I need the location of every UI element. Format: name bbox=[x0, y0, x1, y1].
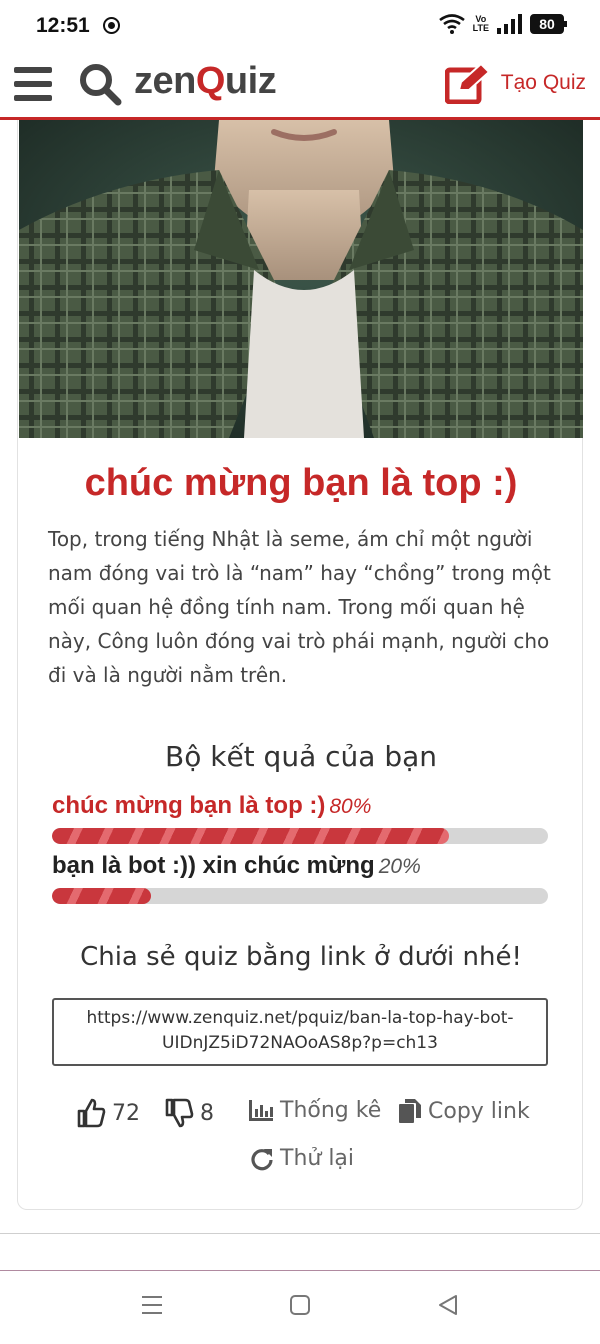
result-item-name: chúc mừng bạn là top :) bbox=[52, 792, 326, 819]
thumbs-up-icon bbox=[77, 1098, 106, 1128]
result-item: chúc mừng bạn là top :) 80% bbox=[52, 792, 552, 844]
nav-home-icon[interactable] bbox=[288, 1293, 312, 1317]
copy-link-label: Copy link bbox=[428, 1098, 530, 1124]
stats-button[interactable]: Thống kê bbox=[248, 1098, 381, 1123]
volte-bottom: LTE bbox=[472, 23, 489, 33]
nav-back-icon[interactable] bbox=[436, 1293, 460, 1317]
result-description: Top, trong tiếng Nhật là seme, ám chỉ mộ… bbox=[48, 527, 551, 687]
status-bar: 12:51 Vo LTE 80 bbox=[0, 0, 600, 52]
result-progress-bar bbox=[52, 888, 548, 904]
retry-label: Thử lại bbox=[280, 1146, 355, 1171]
result-progress-bar bbox=[52, 828, 548, 844]
search-icon[interactable] bbox=[78, 62, 122, 106]
edit-icon bbox=[444, 62, 491, 104]
share-title: Chia sẻ quiz bằng link ở dưới nhé! bbox=[80, 942, 522, 972]
battery-icon: 80 bbox=[530, 14, 567, 34]
zenquiz-logo[interactable]: zenQuiz bbox=[134, 60, 277, 103]
logo-zen: zen bbox=[134, 60, 196, 102]
share-link-line1: https://www.zenquiz.net/pquiz/ban-la-top… bbox=[86, 1008, 514, 1028]
result-item-percent: 80% bbox=[329, 795, 372, 818]
create-quiz-label: Tạo Quiz bbox=[500, 71, 586, 94]
stats-label: Thống kê bbox=[280, 1098, 382, 1123]
retry-button[interactable]: Thử lại bbox=[250, 1146, 354, 1171]
system-nav-bar bbox=[0, 1270, 600, 1344]
result-item-label: bạn là bot :)) xin chúc mừng 20% bbox=[52, 852, 552, 880]
status-time: 12:51 bbox=[36, 14, 90, 37]
share-link-line2: UIDnJZ5iD72NAOoAS8p?p=ch13 bbox=[162, 1033, 438, 1053]
refresh-icon bbox=[251, 1148, 273, 1170]
chart-icon bbox=[249, 1099, 273, 1121]
signal-icon bbox=[497, 14, 522, 34]
result-set-title: Bộ kết quả của bạn bbox=[164, 740, 437, 773]
action-row: 72 8 Thống kê Copy link bbox=[18, 1098, 584, 1138]
result-item-name: bạn là bot :)) xin chúc mừng bbox=[52, 852, 375, 879]
wifi-icon bbox=[438, 14, 465, 34]
dislike-button[interactable]: 8 bbox=[164, 1098, 214, 1128]
like-button[interactable]: 72 bbox=[76, 1098, 140, 1128]
page-divider bbox=[0, 1233, 600, 1234]
logo-uiz: uiz bbox=[224, 60, 277, 102]
result-item-label: chúc mừng bạn là top :) 80% bbox=[52, 792, 552, 820]
result-image bbox=[19, 120, 583, 438]
status-indicators: Vo LTE 80 bbox=[438, 14, 567, 34]
result-progress-fill bbox=[52, 888, 152, 904]
result-progress-fill bbox=[52, 828, 449, 844]
result-item-percent: 20% bbox=[378, 855, 421, 878]
logo-q: Q bbox=[195, 60, 226, 102]
globe-icon bbox=[103, 17, 120, 34]
result-title: chúc mừng bạn là top :) bbox=[84, 462, 518, 504]
menu-icon[interactable] bbox=[14, 67, 52, 101]
nav-recents-icon[interactable] bbox=[140, 1293, 164, 1317]
copy-link-button[interactable]: Copy link bbox=[398, 1098, 530, 1124]
share-link-box[interactable]: https://www.zenquiz.net/pquiz/ban-la-top… bbox=[52, 998, 548, 1066]
create-quiz-button[interactable]: Tạo Quiz bbox=[444, 62, 586, 104]
top-navbar: zenQuiz Tạo Quiz bbox=[0, 52, 600, 120]
like-count: 72 bbox=[112, 1100, 140, 1126]
volte-indicator: Vo LTE bbox=[473, 15, 489, 33]
result-card: chúc mừng bạn là top :) Top, trong tiếng… bbox=[17, 120, 583, 1210]
copy-icon bbox=[399, 1099, 421, 1123]
result-item: bạn là bot :)) xin chúc mừng 20% bbox=[52, 852, 552, 904]
dislike-count: 8 bbox=[200, 1100, 214, 1126]
thumbs-down-icon bbox=[165, 1098, 194, 1128]
